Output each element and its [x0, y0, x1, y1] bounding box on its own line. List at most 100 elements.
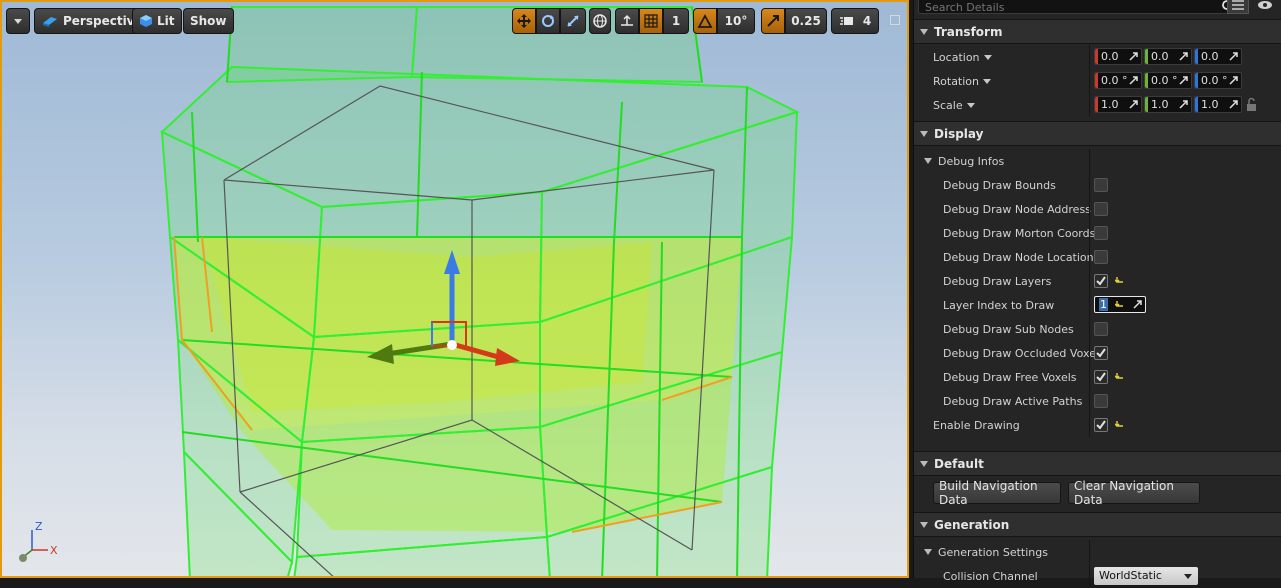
cube-icon — [140, 15, 152, 27]
rotation-z-field[interactable]: 0.0 ° — [1194, 72, 1242, 89]
rotation-y-field[interactable]: 0.0 ° — [1144, 72, 1192, 89]
location-y-field[interactable]: 0.0 — [1144, 48, 1192, 65]
scale-x-field[interactable]: 1.0 — [1094, 96, 1142, 113]
camera-speed-button[interactable]: 4 — [831, 8, 879, 34]
rotation-x-field[interactable]: 0.0 ° — [1094, 72, 1142, 89]
view-options-button[interactable] — [1227, 0, 1249, 14]
collapse-arrow-icon — [924, 549, 932, 555]
clear-navigation-data-button[interactable]: Clear Navigation Data — [1068, 479, 1200, 507]
chevron-down-icon — [983, 78, 992, 84]
translate-icon — [517, 14, 531, 28]
display-section-header[interactable]: Display — [914, 121, 1281, 146]
chevron-down-icon — [983, 54, 992, 60]
debug-draw-occluded-voxels-row: Debug Draw Occluded Voxels — [914, 341, 1281, 365]
grid-snap-toggle[interactable] — [639, 8, 663, 34]
generation-section-header[interactable]: Generation — [914, 512, 1281, 537]
scale-snap-toggle[interactable] — [761, 8, 785, 34]
lock-icon[interactable] — [1246, 98, 1258, 112]
globe-icon — [593, 14, 607, 28]
debug-draw-node-address-label: Debug Draw Node Address — [943, 202, 1091, 216]
debug-draw-bounds-row: Debug Draw Bounds — [914, 173, 1281, 197]
rotate-icon — [542, 15, 554, 27]
scale-label[interactable]: Scale — [933, 99, 975, 112]
scale-tool-button[interactable] — [560, 8, 586, 34]
debug-draw-free-voxels-row: Debug Draw Free Voxels — [914, 365, 1281, 389]
enable-drawing-row: Enable Drawing — [914, 413, 1281, 437]
location-row: Location 0.0 0.0 0.0 — [914, 45, 1281, 69]
world-local-toggle[interactable] — [589, 8, 611, 34]
surface-snap-button[interactable] — [615, 8, 639, 34]
rotate-tool-button[interactable] — [536, 8, 560, 34]
scale-z-field[interactable]: 1.0 — [1194, 96, 1242, 113]
translate-tool-button[interactable] — [512, 8, 536, 34]
location-x-field[interactable]: 0.0 — [1094, 48, 1142, 65]
camera-speed-value: 4 — [862, 14, 872, 28]
debug-draw-morton-coords-checkbox[interactable] — [1094, 226, 1108, 240]
scale-snap-value-label: 0.25 — [791, 14, 821, 28]
debug-draw-morton-coords-row: Debug Draw Morton Coords — [914, 221, 1281, 245]
surface-snap-icon — [621, 14, 633, 26]
search-box[interactable] — [918, 0, 1240, 18]
collapse-arrow-icon — [920, 28, 928, 35]
rotation-label[interactable]: Rotation — [933, 75, 992, 88]
lit-button[interactable]: Lit — [132, 8, 182, 34]
layer-index-to-draw-label: Layer Index to Draw — [943, 298, 1055, 312]
debug-draw-occluded-voxels-checkbox[interactable] — [1094, 346, 1108, 360]
enable-drawing-checkbox[interactable] — [1094, 418, 1108, 432]
rotation-snap-value-label: 10° — [724, 14, 748, 28]
reset-to-default-icon[interactable] — [1115, 372, 1125, 381]
debug-draw-node-location-label: Debug Draw Node Location — [943, 250, 1094, 264]
scale-snap-icon — [767, 15, 779, 27]
default-section-header[interactable]: Default — [914, 451, 1281, 476]
chevron-down-icon — [14, 18, 22, 24]
collision-channel-row: Collision Channel WorldStatic — [914, 564, 1281, 588]
eye-button[interactable] — [1255, 0, 1275, 14]
generation-settings-category[interactable]: Generation Settings — [914, 540, 1281, 564]
collapse-arrow-icon — [920, 130, 928, 137]
collision-channel-label: Collision Channel — [943, 569, 1038, 583]
location-label[interactable]: Location — [933, 51, 992, 64]
camera-speed-icon — [839, 17, 853, 25]
scale-y-field[interactable]: 1.0 — [1144, 96, 1192, 113]
debug-draw-free-voxels-checkbox[interactable] — [1094, 370, 1108, 384]
show-label: Show — [190, 14, 227, 28]
debug-draw-sub-nodes-label: Debug Draw Sub Nodes — [943, 322, 1074, 336]
svg-text:Z: Z — [35, 520, 43, 533]
checkmark-icon — [1096, 276, 1106, 286]
rotation-snap-toggle[interactable] — [693, 8, 717, 34]
grid-snap-value[interactable]: 1 — [663, 8, 689, 34]
reset-to-default-icon[interactable] — [1115, 420, 1125, 429]
voxel-scene[interactable]: Z X — [2, 2, 909, 578]
transform-section-header[interactable]: Transform — [914, 19, 1281, 44]
scale-row: Scale 1.0 1.0 1.0 — [914, 93, 1281, 117]
reset-to-default-icon[interactable] — [1115, 276, 1125, 285]
perspective-label: Perspective — [63, 14, 143, 28]
location-z-field[interactable]: 0.0 — [1194, 48, 1242, 65]
debug-draw-bounds-checkbox[interactable] — [1094, 178, 1108, 192]
grid-icon — [644, 14, 658, 28]
layer-index-to-draw-row: Layer Index to Draw 1 — [914, 293, 1281, 317]
debug-draw-node-address-checkbox[interactable] — [1094, 202, 1108, 216]
debug-draw-sub-nodes-checkbox[interactable] — [1094, 322, 1108, 336]
level-viewport[interactable]: Z X Perspective Lit Show 1 10° 0.25 4 — [0, 0, 909, 578]
axis-widget-icon: Z X — [19, 520, 58, 562]
scale-snap-value[interactable]: 0.25 — [785, 8, 827, 34]
rotation-snap-value[interactable]: 10° — [717, 8, 755, 34]
debug-infos-category[interactable]: Debug Infos — [914, 149, 1281, 173]
details-panel: Transform Location 0.0 0.0 0.0 Rotation … — [913, 0, 1281, 588]
debug-draw-node-location-checkbox[interactable] — [1094, 250, 1108, 264]
reset-to-default-icon[interactable] — [1115, 300, 1125, 309]
viewport-menu-button[interactable] — [6, 8, 30, 34]
collision-channel-dropdown[interactable]: WorldStatic — [1094, 567, 1198, 585]
search-input[interactable] — [919, 0, 1209, 18]
debug-draw-active-paths-checkbox[interactable] — [1094, 394, 1108, 408]
debug-draw-morton-coords-label: Debug Draw Morton Coords — [943, 226, 1096, 240]
debug-draw-layers-checkbox[interactable] — [1094, 274, 1108, 288]
debug-draw-free-voxels-label: Debug Draw Free Voxels — [943, 370, 1077, 384]
build-navigation-data-button[interactable]: Build Navigation Data — [933, 479, 1061, 507]
grid-snap-value-label: 1 — [671, 14, 681, 28]
maximize-viewport-icon[interactable] — [890, 15, 900, 25]
debug-draw-active-paths-row: Debug Draw Active Paths — [914, 389, 1281, 413]
camera-icon — [43, 17, 57, 27]
show-button[interactable]: Show — [183, 8, 234, 34]
